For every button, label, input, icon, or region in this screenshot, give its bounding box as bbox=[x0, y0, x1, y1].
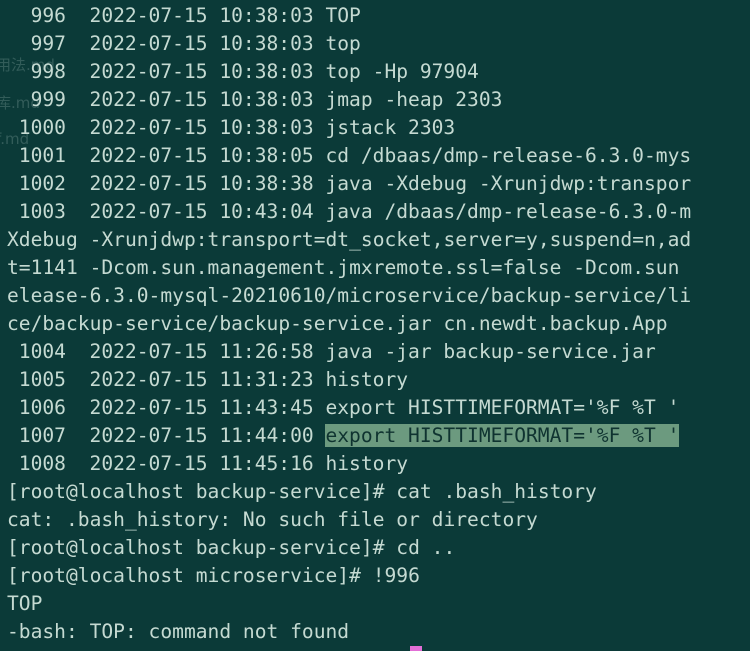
wrapped-command-line: Xdebug -Xrunjdwp:transport=dt_socket,ser… bbox=[7, 228, 692, 251]
history-number: 1004 bbox=[18, 340, 66, 363]
history-command: history bbox=[325, 452, 409, 475]
history-row: 1001 2022-07-15 10:38:05 cd /dbaas/dmp-rel… bbox=[7, 142, 691, 170]
history-timestamp: 2022-07-15 11:26:58 bbox=[89, 340, 314, 363]
history-row: 1003 2022-07-15 10:43:04 java /dbaas/dmp-r… bbox=[7, 198, 691, 226]
history-timestamp: 2022-07-15 10:38:03 bbox=[89, 4, 314, 27]
history-command: java /dbaas/dmp-release-6.3.0-m bbox=[325, 200, 692, 223]
history-command: top -Hp 97904 bbox=[325, 60, 479, 83]
history-command: top bbox=[325, 32, 361, 55]
terminal-output: 996 2022-07-15 10:38:03 TOP 997 2022-07-15 … bbox=[7, 2, 691, 646]
history-row: 1004 2022-07-15 11:26:58 java -jar backup-… bbox=[7, 338, 691, 366]
history-row: 1006 2022-07-15 11:43:45 export HISTTIMEFO… bbox=[7, 394, 691, 422]
echoed-command-line: TOP bbox=[7, 592, 43, 615]
error-output-line: cat: .bash_history: No such file or dire… bbox=[7, 508, 538, 531]
history-timestamp: 2022-07-15 10:38:03 bbox=[89, 116, 314, 139]
history-row-selected[interactable]: 1007 2022-07-15 11:44:00 export HISTTIMEFO… bbox=[7, 422, 691, 450]
history-number: 1007 bbox=[18, 424, 66, 447]
history-command: jstack 2303 bbox=[325, 116, 456, 139]
history-timestamp: 2022-07-15 10:38:03 bbox=[89, 88, 314, 111]
history-timestamp: 2022-07-15 10:38:03 bbox=[89, 32, 314, 55]
history-row: 997 2022-07-15 10:38:03 top bbox=[7, 30, 691, 58]
prompt-line: [root@localhost backup-service]# cd .. bbox=[7, 536, 456, 559]
wrapped-command-line: ce/backup-service/backup-service.jar cn.… bbox=[7, 312, 668, 335]
history-number: 999 bbox=[30, 88, 66, 111]
history-command: java -Xdebug -Xrunjdwp:transpor bbox=[325, 172, 692, 195]
history-timestamp: 2022-07-15 11:31:23 bbox=[89, 368, 314, 391]
history-timestamp: 2022-07-15 11:43:45 bbox=[89, 396, 314, 419]
history-timestamp: 2022-07-15 11:44:00 bbox=[89, 424, 314, 447]
history-number: 997 bbox=[30, 32, 66, 55]
prompt-line: [root@localhost microservice]# !996 bbox=[7, 564, 420, 587]
history-command: TOP bbox=[325, 4, 361, 27]
history-number: 1003 bbox=[18, 200, 66, 223]
history-number: 1000 bbox=[18, 116, 66, 139]
history-row: 1005 2022-07-15 11:31:23 history bbox=[7, 366, 691, 394]
history-number: 1002 bbox=[18, 172, 66, 195]
history-row: 999 2022-07-15 10:38:03 jmap -heap 2303 bbox=[7, 86, 691, 114]
error-output-line: -bash: TOP: command not found bbox=[7, 620, 350, 643]
history-row: 1000 2022-07-15 10:38:03 jstack 2303 bbox=[7, 114, 691, 142]
history-number: 1001 bbox=[18, 144, 66, 167]
history-command: jmap -heap 2303 bbox=[325, 88, 503, 111]
history-row: 1008 2022-07-15 11:45:16 history bbox=[7, 450, 691, 478]
history-timestamp: 2022-07-15 10:38:05 bbox=[89, 144, 314, 167]
history-row: 996 2022-07-15 10:38:03 TOP bbox=[7, 2, 691, 30]
history-number: 1006 bbox=[18, 396, 66, 419]
text-cursor bbox=[410, 646, 422, 651]
wrapped-command-line: t=1141 -Dcom.sun.management.jmxremote.ss… bbox=[7, 256, 680, 279]
prompt-line: [root@localhost backup-service]# cat .ba… bbox=[7, 480, 597, 503]
history-timestamp: 2022-07-15 11:45:16 bbox=[89, 452, 314, 475]
history-timestamp: 2022-07-15 10:43:04 bbox=[89, 200, 314, 223]
terminal-window[interactable]: 用法.md 库.md f.md 9962022-07-15 10:38:03TO… bbox=[0, 0, 750, 651]
selected-command-text[interactable]: export HISTTIMEFORMAT='%F %T ' bbox=[325, 424, 680, 447]
history-row: 998 2022-07-15 10:38:03 top -Hp 97904 bbox=[7, 58, 691, 86]
history-number: 996 bbox=[30, 4, 66, 27]
history-timestamp: 2022-07-15 10:38:38 bbox=[89, 172, 314, 195]
history-command: java -jar backup-service.jar bbox=[325, 340, 656, 363]
history-command: history bbox=[325, 368, 409, 391]
history-command: export HISTTIMEFORMAT='%F %T ' bbox=[325, 396, 680, 419]
history-number: 998 bbox=[30, 60, 66, 83]
history-number: 1005 bbox=[18, 368, 66, 391]
history-command: cd /dbaas/dmp-release-6.3.0-mys bbox=[325, 144, 692, 167]
history-number: 1008 bbox=[18, 452, 66, 475]
history-timestamp: 2022-07-15 10:38:03 bbox=[89, 60, 314, 83]
wrapped-command-line: elease-6.3.0-mysql-20210610/microservice… bbox=[7, 284, 692, 307]
history-row: 1002 2022-07-15 10:38:38 java -Xdebug -Xru… bbox=[7, 170, 691, 198]
